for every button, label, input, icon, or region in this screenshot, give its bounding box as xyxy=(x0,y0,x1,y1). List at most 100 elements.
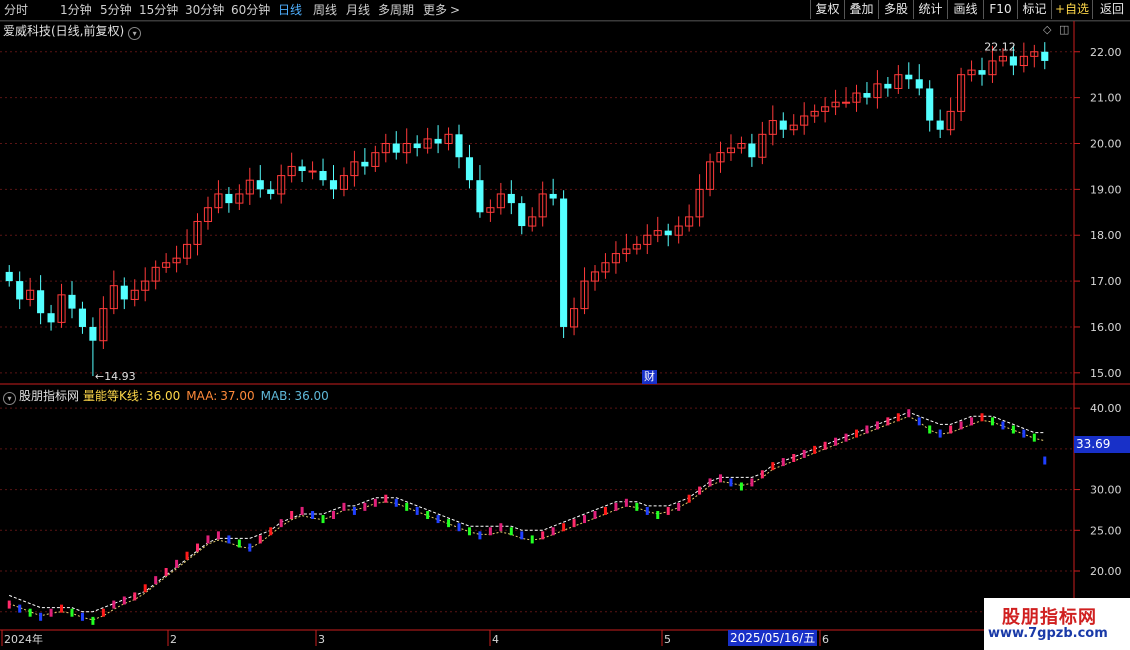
candle-body-up xyxy=(894,74,903,89)
k-bar xyxy=(551,527,555,536)
k-bar xyxy=(687,494,691,503)
candle-body-up xyxy=(182,243,192,259)
period-tab-multi[interactable]: 多周期 xyxy=(378,2,414,18)
candle-body-up xyxy=(643,234,652,245)
period-tab-more[interactable]: 更多 xyxy=(423,2,447,18)
k-bar xyxy=(677,502,681,511)
candle-body-up xyxy=(967,69,976,76)
k-bar xyxy=(70,608,74,617)
k-bar xyxy=(405,502,409,511)
candle-body-up xyxy=(277,175,286,195)
k-bar xyxy=(227,535,231,544)
f10-button[interactable]: F10 xyxy=(983,0,1017,19)
k-bar xyxy=(750,478,754,487)
candle-body-up xyxy=(831,101,840,108)
more-chevron-icon[interactable]: > xyxy=(450,2,460,18)
k-bar xyxy=(394,498,398,507)
mab-line xyxy=(9,415,1045,621)
candle-body-down xyxy=(225,193,233,204)
period-tab-monthly[interactable]: 月线 xyxy=(346,2,370,18)
diamond-icon[interactable]: ◇ xyxy=(1043,23,1051,36)
k-bar xyxy=(645,506,649,515)
candle-body-up xyxy=(674,225,683,236)
back-button[interactable]: 返回 xyxy=(1092,0,1130,19)
time-axis-label: 3 xyxy=(318,633,325,646)
main-y-tick-label: 16.00 xyxy=(1090,321,1122,334)
statistics-button[interactable]: 统计 xyxy=(913,0,947,19)
k-bar xyxy=(760,470,764,479)
candle-body-down xyxy=(978,70,986,75)
fuquan-button[interactable]: 复权 xyxy=(810,0,844,19)
k-bar xyxy=(854,429,858,438)
time-axis-label: 2 xyxy=(170,633,177,646)
k-bar xyxy=(39,612,43,621)
chevron-down-icon[interactable]: ▾ xyxy=(3,392,16,405)
candle-body-down xyxy=(507,193,515,204)
k-bar xyxy=(980,413,984,422)
k-bar xyxy=(1001,421,1005,430)
k-bar xyxy=(970,417,974,426)
candle-body-up xyxy=(726,147,736,154)
candle-body-up xyxy=(800,115,809,126)
main-y-tick-label: 15.00 xyxy=(1090,367,1122,380)
candle-body-down xyxy=(476,180,484,213)
k-bar xyxy=(436,515,440,524)
indicator-y-tick-label: 20.00 xyxy=(1090,565,1122,578)
k-bar xyxy=(603,506,607,515)
chevron-down-icon[interactable]: ▾ xyxy=(128,27,142,40)
candle-body-up xyxy=(685,216,694,227)
k-bar xyxy=(792,454,796,462)
indicator-name: 股朋指标网 xyxy=(19,389,80,403)
k-bar xyxy=(844,433,848,442)
candle-body-down xyxy=(779,120,787,130)
k-bar xyxy=(771,462,775,471)
candle-body-up xyxy=(768,120,777,135)
earnings-marker[interactable]: 财 xyxy=(642,370,657,384)
period-tab-30min[interactable]: 30分钟 xyxy=(185,2,224,18)
candle-body-up xyxy=(570,308,579,328)
period-tab-fenshi[interactable]: 分时 xyxy=(4,2,28,18)
candle-body-down xyxy=(16,281,24,300)
period-tab-15min[interactable]: 15分钟 xyxy=(139,2,178,18)
period-tab-weekly[interactable]: 周线 xyxy=(313,2,337,18)
candle-body-up xyxy=(632,243,641,250)
candle-body-up xyxy=(99,308,108,342)
period-tab-5min[interactable]: 5分钟 xyxy=(100,2,132,18)
k-bar xyxy=(896,413,900,422)
period-tab-daily[interactable]: 日线 xyxy=(278,2,302,18)
k-bar xyxy=(614,502,618,511)
candle-body-up xyxy=(26,289,35,300)
main-y-tick-label: 18.00 xyxy=(1090,229,1122,242)
k-bar xyxy=(938,429,942,438)
candle-body-down xyxy=(47,313,55,323)
k-bar xyxy=(80,612,84,621)
indicator-y-tick-label: 25.00 xyxy=(1090,524,1122,537)
candle-body-up xyxy=(957,74,966,112)
candle-body-up xyxy=(841,101,851,104)
add-watchlist-button[interactable]: +自选 xyxy=(1051,0,1092,19)
candle-body-up xyxy=(705,161,715,190)
low-price-label: ←14.93 xyxy=(95,370,136,383)
candle-body-down xyxy=(413,143,421,149)
candle-body-down xyxy=(664,230,672,236)
indicator-last-value: 33.69 xyxy=(1074,436,1130,453)
candle-body-up xyxy=(371,152,380,167)
candle-body-up xyxy=(789,124,798,131)
k-bar xyxy=(509,527,513,536)
candle-body-up xyxy=(538,193,547,218)
period-tab-1min[interactable]: 1分钟 xyxy=(60,2,92,18)
overlay-button[interactable]: 叠加 xyxy=(844,0,878,19)
k-bar xyxy=(269,527,273,536)
k-bar xyxy=(60,604,64,613)
k-bar xyxy=(101,608,105,617)
indicator-y-tick-label: 40.00 xyxy=(1090,402,1122,415)
chart-canvas[interactable]: 22.00 21.00 20.00 19.00 18.00 17.00 16.00 15.00… xyxy=(0,0,1130,650)
mark-button[interactable]: 标记 xyxy=(1017,0,1051,19)
high-price-label: 22.12 xyxy=(984,40,1016,53)
k-bar xyxy=(917,417,921,426)
candle-body-down xyxy=(549,193,557,199)
multi-stock-button[interactable]: 多股 xyxy=(878,0,913,19)
draw-line-button[interactable]: 画线 xyxy=(947,0,983,19)
period-tab-60min[interactable]: 60分钟 xyxy=(231,2,270,18)
window-icon[interactable]: ◫ xyxy=(1059,23,1069,36)
